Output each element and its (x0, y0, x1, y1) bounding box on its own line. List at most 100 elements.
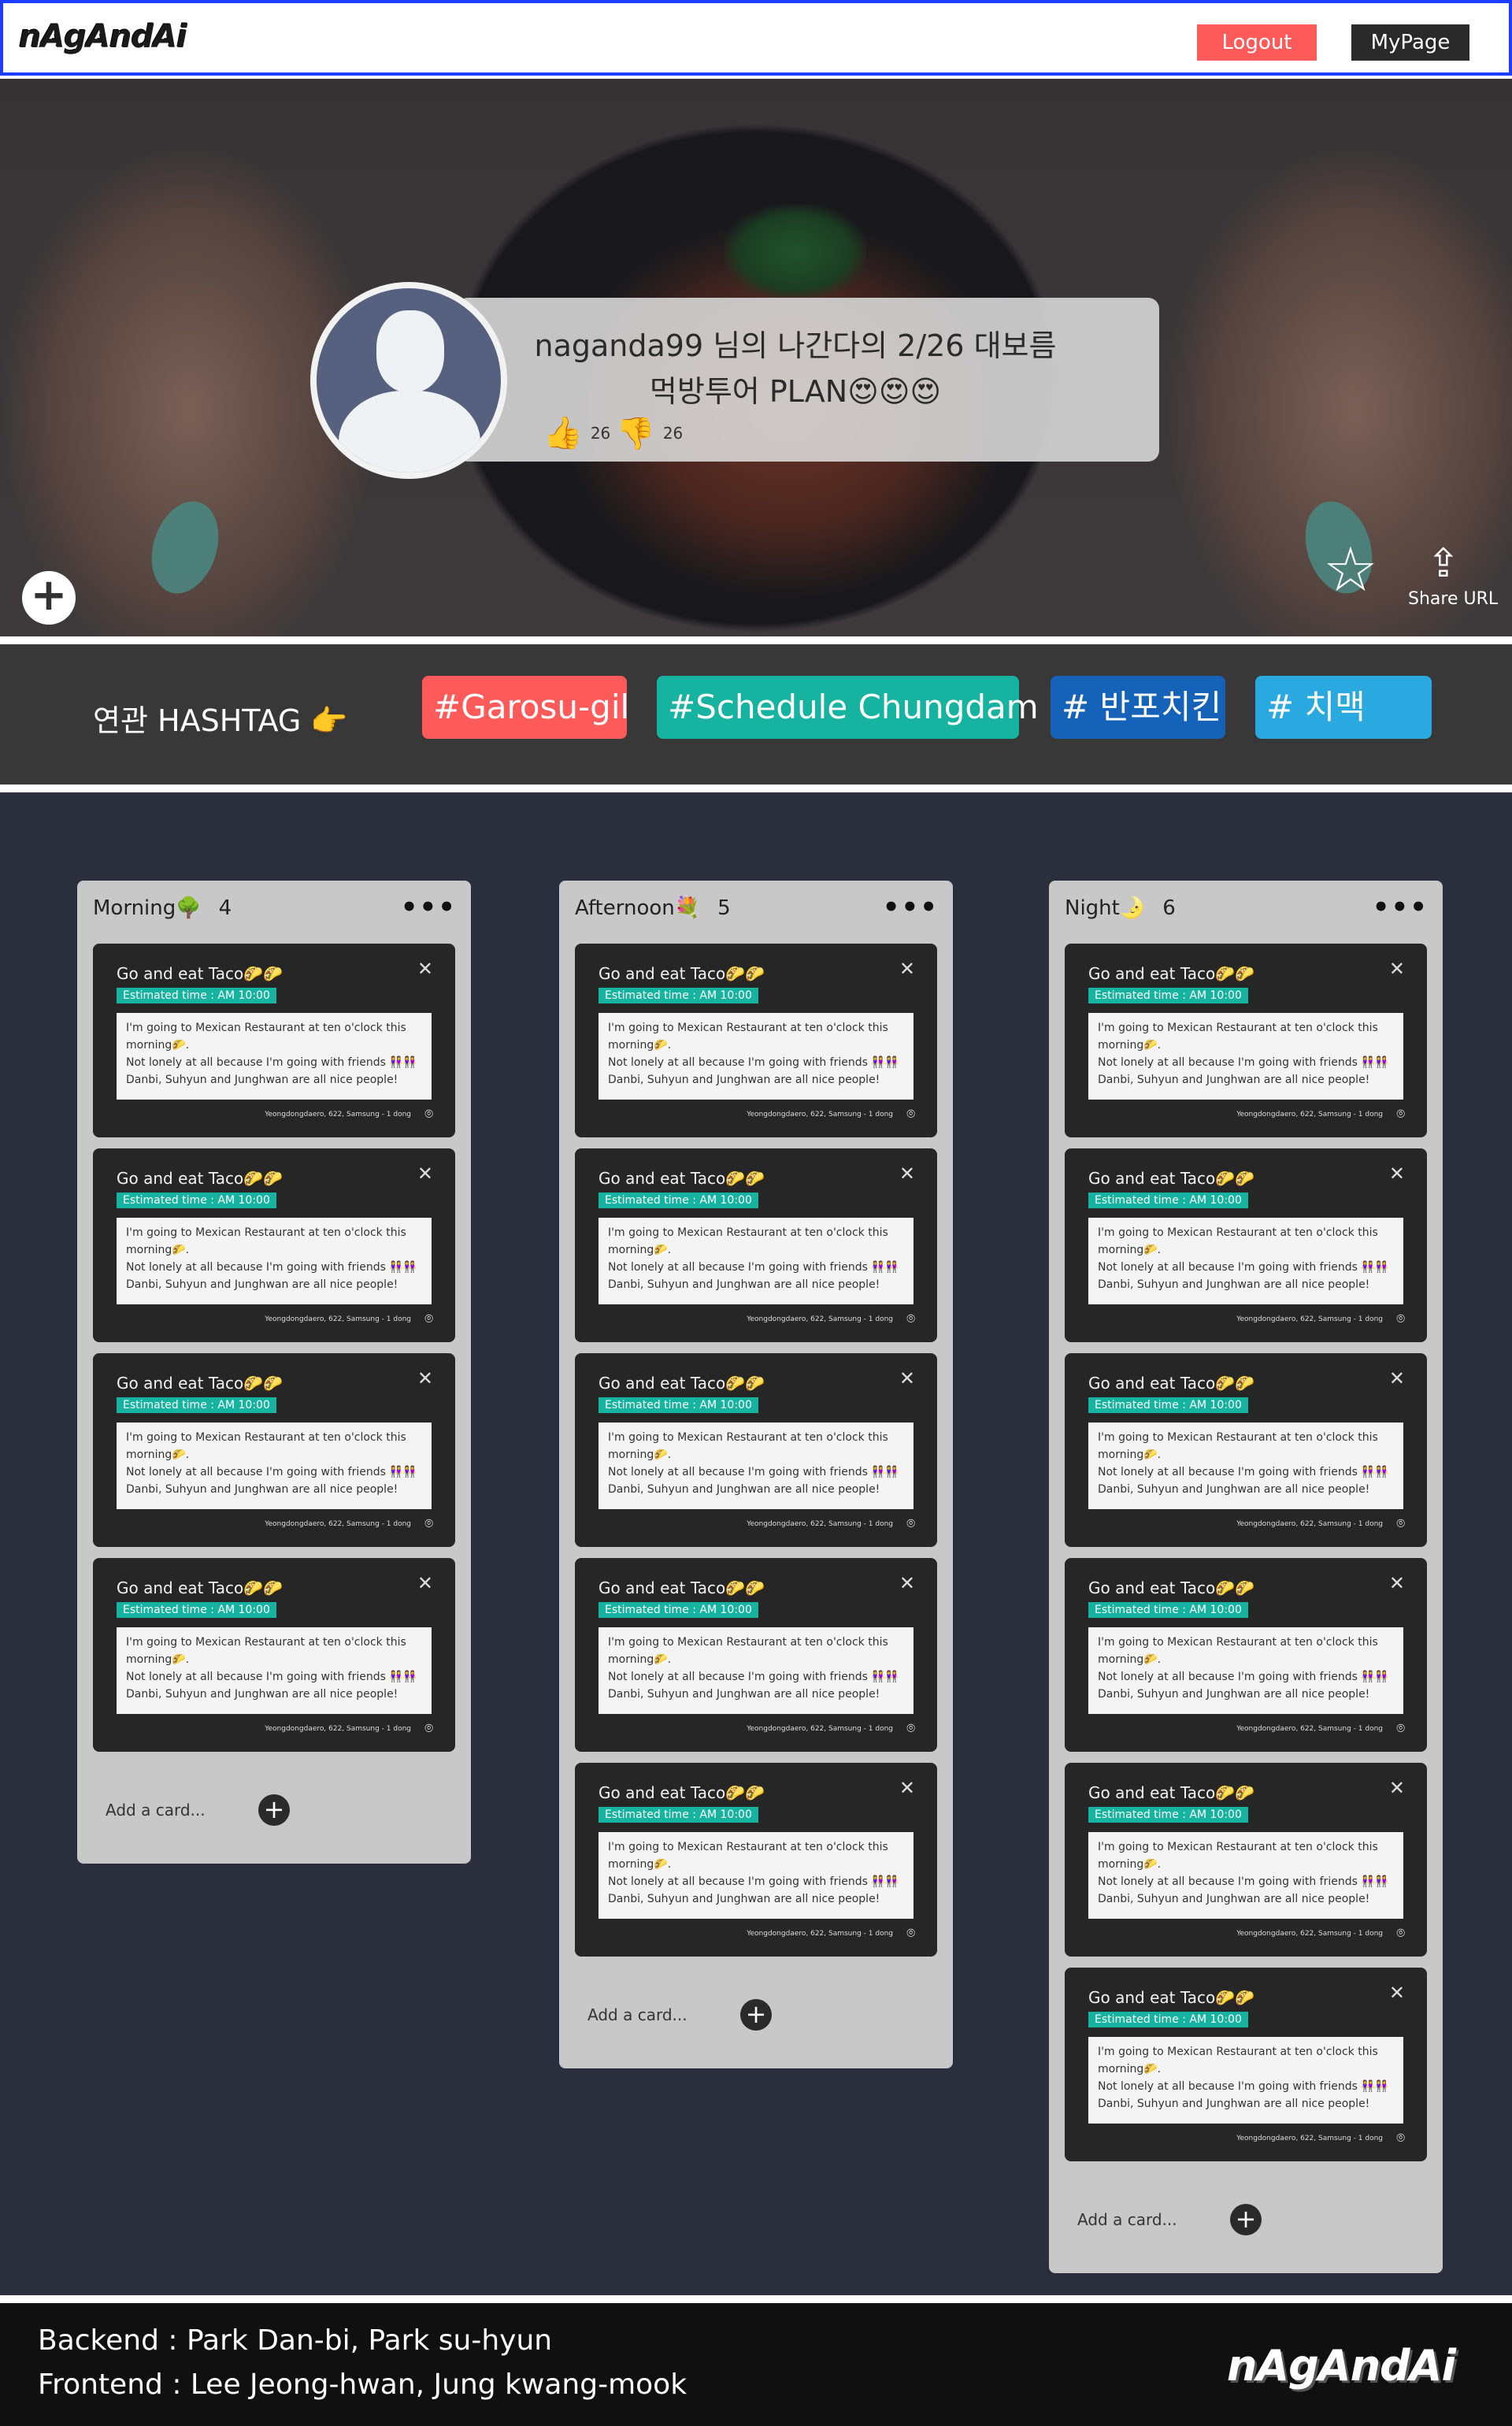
more-options-icon[interactable]: ••• (883, 892, 939, 923)
share-icon[interactable]: ⇪ (1427, 543, 1460, 583)
close-icon[interactable]: ✕ (1389, 1777, 1405, 1799)
location-pin-icon[interactable]: ⌾ (1396, 1515, 1405, 1532)
location-pin-icon[interactable]: ⌾ (906, 1515, 915, 1532)
schedule-card[interactable]: Go and eat Taco🌮🌮 ✕ Estimated time : AM 10… (575, 1558, 937, 1752)
schedule-card[interactable]: Go and eat Taco🌮🌮 ✕ Estimated time : AM 10… (1065, 1763, 1427, 1957)
close-icon[interactable]: ✕ (417, 1367, 433, 1389)
add-card-plus-icon[interactable]: + (258, 1794, 290, 1826)
column-header: Morning🌳 4 (93, 896, 232, 920)
schedule-column: Night🌛 6 ••• Go and eat Taco🌮🌮 ✕ Estimated ti… (1049, 881, 1443, 2273)
location-pin-icon[interactable]: ⌾ (424, 1720, 433, 1737)
location-pin-icon[interactable]: ⌾ (906, 1720, 915, 1737)
card-address: Yeongdongdaero, 622, Samsung - 1 dong (747, 1315, 893, 1323)
location-pin-icon[interactable]: ⌾ (1396, 2130, 1405, 2146)
footer-logo[interactable]: nAgAndAi (1227, 2341, 1456, 2391)
add-card-plus-icon[interactable]: + (740, 1999, 772, 2031)
location-pin-icon[interactable]: ⌾ (906, 1311, 915, 1327)
close-icon[interactable]: ✕ (417, 1572, 433, 1594)
location-pin-icon[interactable]: ⌾ (906, 1106, 915, 1122)
more-options-icon[interactable]: ••• (1373, 892, 1429, 923)
add-card-plus-icon[interactable]: + (1230, 2204, 1262, 2235)
card-address: Yeongdongdaero, 622, Samsung - 1 dong (747, 1520, 893, 1528)
star-icon[interactable]: ☆ (1323, 540, 1378, 601)
column-title: Night🌛 (1065, 896, 1146, 920)
card-desc-line: Danbi, Suhyun and Junghwan are all nice … (126, 1278, 398, 1291)
schedule-card[interactable]: Go and eat Taco🌮🌮 ✕ Estimated time : AM 10… (1065, 1968, 1427, 2161)
card-desc-line: I'm going to Mexican Restaurant at ten o… (1098, 1431, 1378, 1461)
schedule-card[interactable]: Go and eat Taco🌮🌮 ✕ Estimated time : AM 10… (1065, 944, 1427, 1137)
card-desc-line: I'm going to Mexican Restaurant at ten o… (1098, 2046, 1378, 2075)
close-icon[interactable]: ✕ (899, 1163, 915, 1185)
hashtag-chip[interactable]: #Schedule Chungdam (657, 676, 1039, 739)
thumbs-up-icon[interactable]: 👍 (543, 417, 583, 449)
add-card-link[interactable]: Add a card... (106, 1801, 206, 1820)
hashtag-chip[interactable]: # 반포치킨 (1051, 676, 1225, 739)
estimated-time-badge: Estimated time : AM 10:00 (1088, 988, 1248, 1003)
card-desc-line: I'm going to Mexican Restaurant at ten o… (126, 1636, 406, 1666)
card-address: Yeongdongdaero, 622, Samsung - 1 dong (265, 1725, 411, 1733)
card-title: Go and eat Taco🌮🌮 (117, 1374, 284, 1393)
card-title: Go and eat Taco🌮🌮 (1088, 964, 1255, 983)
schedule-card[interactable]: Go and eat Taco🌮🌮 ✕ Estimated time : AM 10… (93, 944, 455, 1137)
estimated-time-badge: Estimated time : AM 10:00 (598, 1397, 758, 1413)
credits: Backend : Park Dan-bi, Park su-hyun Fron… (38, 2319, 687, 2407)
column-card-count: 6 (1162, 896, 1176, 920)
add-plan-button[interactable]: + (22, 571, 76, 625)
hashtag-chip[interactable]: #Garosu-gil (422, 676, 629, 739)
schedule-card[interactable]: Go and eat Taco🌮🌮 ✕ Estimated time : AM 10… (575, 1763, 937, 1957)
add-card-link[interactable]: Add a card... (587, 2005, 687, 2024)
close-icon[interactable]: ✕ (1389, 1572, 1405, 1594)
close-icon[interactable]: ✕ (1389, 1367, 1405, 1389)
close-icon[interactable]: ✕ (899, 1777, 915, 1799)
close-icon[interactable]: ✕ (899, 1572, 915, 1594)
like-counter[interactable]: 👍 26 (543, 417, 610, 449)
close-icon[interactable]: ✕ (1389, 1982, 1405, 2004)
app-logo[interactable]: nAgAndAi (19, 19, 187, 55)
schedule-card[interactable]: Go and eat Taco🌮🌮 ✕ Estimated time : AM 10… (1065, 1148, 1427, 1342)
location-pin-icon[interactable]: ⌾ (1396, 1720, 1405, 1737)
location-pin-icon[interactable]: ⌾ (424, 1515, 433, 1532)
schedule-card[interactable]: Go and eat Taco🌮🌮 ✕ Estimated time : AM 10… (575, 944, 937, 1137)
mypage-button[interactable]: MyPage (1351, 24, 1469, 61)
schedule-card[interactable]: Go and eat Taco🌮🌮 ✕ Estimated time : AM 10… (93, 1353, 455, 1547)
location-pin-icon[interactable]: ⌾ (424, 1106, 433, 1122)
location-pin-icon[interactable]: ⌾ (906, 1925, 915, 1942)
schedule-card[interactable]: Go and eat Taco🌮🌮 ✕ Estimated time : AM 10… (575, 1353, 937, 1547)
close-icon[interactable]: ✕ (899, 958, 915, 980)
location-pin-icon[interactable]: ⌾ (1396, 1925, 1405, 1942)
card-description: I'm going to Mexican Restaurant at ten o… (1088, 1423, 1403, 1509)
close-icon[interactable]: ✕ (1389, 958, 1405, 980)
like-count: 26 (590, 424, 611, 443)
column-header: Afternoon💐 5 (575, 896, 731, 920)
estimated-time-badge: Estimated time : AM 10:00 (1088, 1602, 1248, 1618)
card-address: Yeongdongdaero, 622, Samsung - 1 dong (1236, 1520, 1383, 1528)
close-icon[interactable]: ✕ (417, 958, 433, 980)
card-desc-line: I'm going to Mexican Restaurant at ten o… (608, 1022, 888, 1052)
add-card-link[interactable]: Add a card... (1077, 2210, 1177, 2229)
card-description: I'm going to Mexican Restaurant at ten o… (117, 1423, 432, 1509)
dislike-counter[interactable]: 👍 26 (616, 415, 683, 451)
location-pin-icon[interactable]: ⌾ (1396, 1106, 1405, 1122)
location-pin-icon[interactable]: ⌾ (424, 1311, 433, 1327)
hashtag-chip[interactable]: # 치맥 (1255, 676, 1432, 739)
card-desc-line: Danbi, Suhyun and Junghwan are all nice … (608, 1893, 880, 1905)
schedule-card[interactable]: Go and eat Taco🌮🌮 ✕ Estimated time : AM 10… (1065, 1558, 1427, 1752)
schedule-card[interactable]: Go and eat Taco🌮🌮 ✕ Estimated time : AM 10… (93, 1148, 455, 1342)
estimated-time-badge: Estimated time : AM 10:00 (598, 1193, 758, 1208)
thumbs-down-icon[interactable]: 👍 (616, 415, 655, 451)
close-icon[interactable]: ✕ (1389, 1163, 1405, 1185)
location-pin-icon[interactable]: ⌾ (1396, 1311, 1405, 1327)
card-title: Go and eat Taco🌮🌮 (1088, 1169, 1255, 1188)
schedule-card[interactable]: Go and eat Taco🌮🌮 ✕ Estimated time : AM 10… (93, 1558, 455, 1752)
card-desc-line: Danbi, Suhyun and Junghwan are all nice … (1098, 1483, 1370, 1496)
avatar[interactable] (310, 282, 507, 479)
more-options-icon[interactable]: ••• (401, 892, 457, 923)
close-icon[interactable]: ✕ (417, 1163, 433, 1185)
share-url-label[interactable]: Share URL (1408, 589, 1498, 609)
close-icon[interactable]: ✕ (899, 1367, 915, 1389)
schedule-card[interactable]: Go and eat Taco🌮🌮 ✕ Estimated time : AM 10… (575, 1148, 937, 1342)
card-description: I'm going to Mexican Restaurant at ten o… (1088, 2037, 1403, 2124)
logout-button[interactable]: Logout (1197, 24, 1317, 61)
schedule-card[interactable]: Go and eat Taco🌮🌮 ✕ Estimated time : AM 10… (1065, 1353, 1427, 1547)
card-desc-line: Not lonely at all because I'm going with… (126, 1466, 417, 1478)
